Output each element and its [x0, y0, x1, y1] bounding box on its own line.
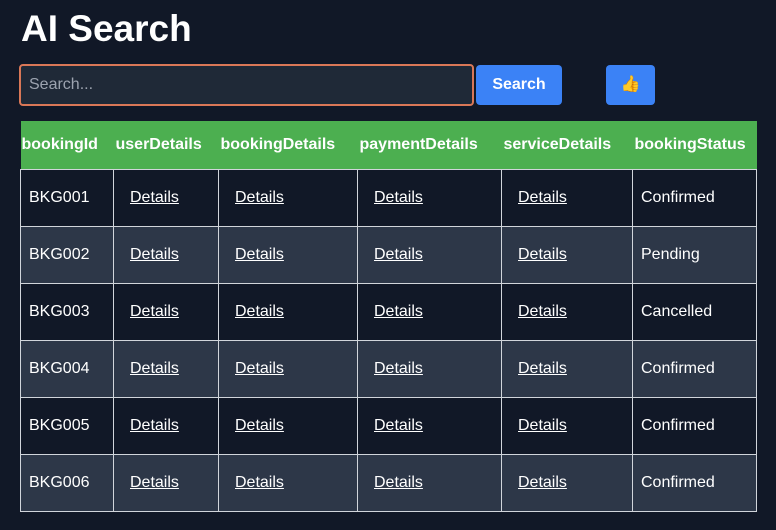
serviceDetails-cell: Details	[501, 169, 633, 227]
bookingDetails-cell: Details	[218, 397, 358, 455]
serviceDetails-cell: Details	[501, 283, 633, 341]
userDetails-link[interactable]: Details	[130, 189, 179, 206]
paymentDetails-link[interactable]: Details	[374, 360, 423, 377]
paymentDetails-link[interactable]: Details	[374, 303, 423, 320]
thumbs-up-button[interactable]: 👍	[606, 65, 655, 105]
table-row: BKG005 Details Details Details Details Confir…	[20, 397, 757, 455]
userDetails-cell: Details	[113, 226, 219, 284]
bookingDetails-cell: Details	[218, 226, 358, 284]
booking-id-cell: BKG002	[20, 226, 114, 284]
userDetails-cell: Details	[113, 397, 219, 455]
bookings-table: bookingId userDetails bookingDetails pay…	[20, 121, 757, 512]
booking-status-cell: Pending	[632, 226, 757, 284]
page-title: AI Search	[21, 8, 192, 49]
booking-status-cell: Confirmed	[632, 169, 757, 227]
table-row: BKG006 Details Details Details Details Confir…	[20, 454, 757, 512]
table-row: BKG001 Details Details Details Details Confir…	[20, 169, 757, 227]
serviceDetails-cell: Details	[501, 397, 633, 455]
serviceDetails-link[interactable]: Details	[518, 189, 567, 206]
serviceDetails-link[interactable]: Details	[518, 303, 567, 320]
paymentDetails-cell: Details	[357, 340, 502, 398]
paymentDetails-link[interactable]: Details	[374, 246, 423, 263]
search-input[interactable]	[19, 64, 474, 106]
userDetails-link[interactable]: Details	[130, 474, 179, 491]
booking-status-cell: Confirmed	[632, 397, 757, 455]
booking-id-cell: BKG003	[20, 283, 114, 341]
booking-status-cell: Cancelled	[632, 283, 757, 341]
booking-id-cell: BKG004	[20, 340, 114, 398]
thumbs-up-icon: 👍	[620, 76, 641, 93]
paymentDetails-cell: Details	[357, 454, 502, 512]
column-header-bookingStatus: bookingStatus	[634, 136, 746, 153]
serviceDetails-link[interactable]: Details	[518, 360, 567, 377]
table-row: BKG003 Details Details Details Details Cancel…	[20, 283, 757, 341]
bookingDetails-cell: Details	[218, 454, 358, 512]
paymentDetails-cell: Details	[357, 397, 502, 455]
column-header-bookingDetails: bookingDetails	[220, 136, 336, 153]
bookingDetails-cell: Details	[218, 340, 358, 398]
bookingDetails-cell: Details	[218, 283, 358, 341]
serviceDetails-cell: Details	[501, 226, 633, 284]
booking-status-cell: Confirmed	[632, 340, 757, 398]
column-header-serviceDetails: serviceDetails	[503, 136, 612, 153]
paymentDetails-link[interactable]: Details	[374, 474, 423, 491]
booking-id-cell: BKG005	[20, 397, 114, 455]
bookingDetails-link[interactable]: Details	[235, 303, 284, 320]
table-row: BKG004 Details Details Details Details Confir…	[20, 340, 757, 398]
paymentDetails-cell: Details	[357, 169, 502, 227]
userDetails-cell: Details	[113, 340, 219, 398]
userDetails-cell: Details	[113, 169, 219, 227]
userDetails-link[interactable]: Details	[130, 360, 179, 377]
table-body: BKG001 Details Details Details Details Confir…	[20, 169, 757, 512]
serviceDetails-cell: Details	[501, 454, 633, 512]
booking-id-cell: BKG001	[20, 169, 114, 227]
booking-status-cell: Confirmed	[632, 454, 757, 512]
userDetails-cell: Details	[113, 454, 219, 512]
paymentDetails-link[interactable]: Details	[374, 417, 423, 434]
column-header-bookingId: bookingId	[21, 136, 98, 153]
bookingDetails-link[interactable]: Details	[235, 246, 284, 263]
serviceDetails-link[interactable]: Details	[518, 474, 567, 491]
bookingDetails-link[interactable]: Details	[235, 360, 284, 377]
serviceDetails-link[interactable]: Details	[518, 417, 567, 434]
userDetails-link[interactable]: Details	[130, 246, 179, 263]
table-header-row: bookingId userDetails bookingDetails pay…	[20, 121, 757, 170]
bookingDetails-link[interactable]: Details	[235, 417, 284, 434]
userDetails-link[interactable]: Details	[130, 303, 179, 320]
paymentDetails-link[interactable]: Details	[374, 189, 423, 206]
booking-id-cell: BKG006	[20, 454, 114, 512]
userDetails-link[interactable]: Details	[130, 417, 179, 434]
paymentDetails-cell: Details	[357, 226, 502, 284]
userDetails-cell: Details	[113, 283, 219, 341]
paymentDetails-cell: Details	[357, 283, 502, 341]
bookingDetails-cell: Details	[218, 169, 358, 227]
table-row: BKG002 Details Details Details Details Pendin…	[20, 226, 757, 284]
serviceDetails-link[interactable]: Details	[518, 246, 567, 263]
column-header-paymentDetails: paymentDetails	[359, 136, 478, 153]
column-header-userDetails: userDetails	[115, 136, 202, 153]
search-button[interactable]: Search	[476, 65, 562, 105]
bookingDetails-link[interactable]: Details	[235, 189, 284, 206]
bookingDetails-link[interactable]: Details	[235, 474, 284, 491]
serviceDetails-cell: Details	[501, 340, 633, 398]
page: AI Search Search 👍 bookingId userDetails…	[0, 0, 776, 530]
